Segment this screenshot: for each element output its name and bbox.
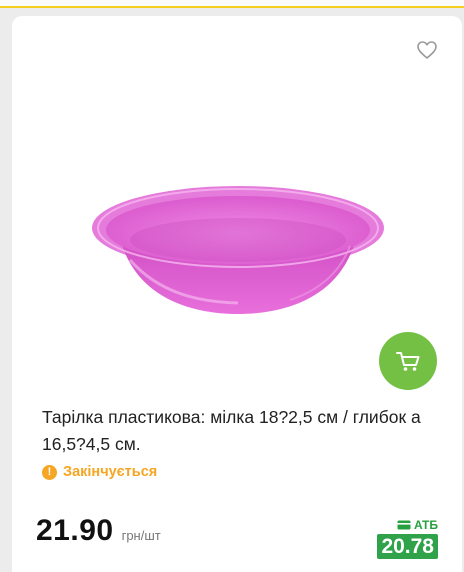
cart-icon <box>396 352 420 371</box>
promo-label: АТБ <box>397 518 438 532</box>
card-icon <box>397 520 411 530</box>
stock-status-text: Закінчується <box>63 464 158 480</box>
product-image[interactable] <box>90 172 386 332</box>
price-unit: грн/шт <box>121 528 161 543</box>
heart-icon[interactable] <box>416 40 438 60</box>
price-value: 21.90 <box>36 514 114 547</box>
promo-price: 20.78 <box>377 534 438 559</box>
promo-label-text: АТБ <box>413 518 438 532</box>
warning-icon: ! <box>42 464 57 480</box>
product-title[interactable]: Тарілка пластикова: мілка 18?2,5 см / гл… <box>42 404 442 458</box>
promo-price-block: АТБ 20.78 <box>368 518 438 559</box>
add-to-cart-button[interactable] <box>379 332 437 390</box>
product-card[interactable]: Тарілка пластикова: мілка 18?2,5 см / гл… <box>12 16 462 572</box>
top-strip <box>0 0 464 8</box>
stock-status: ! Закінчується <box>42 464 157 480</box>
price: 21.90 грн/шт <box>36 514 161 548</box>
